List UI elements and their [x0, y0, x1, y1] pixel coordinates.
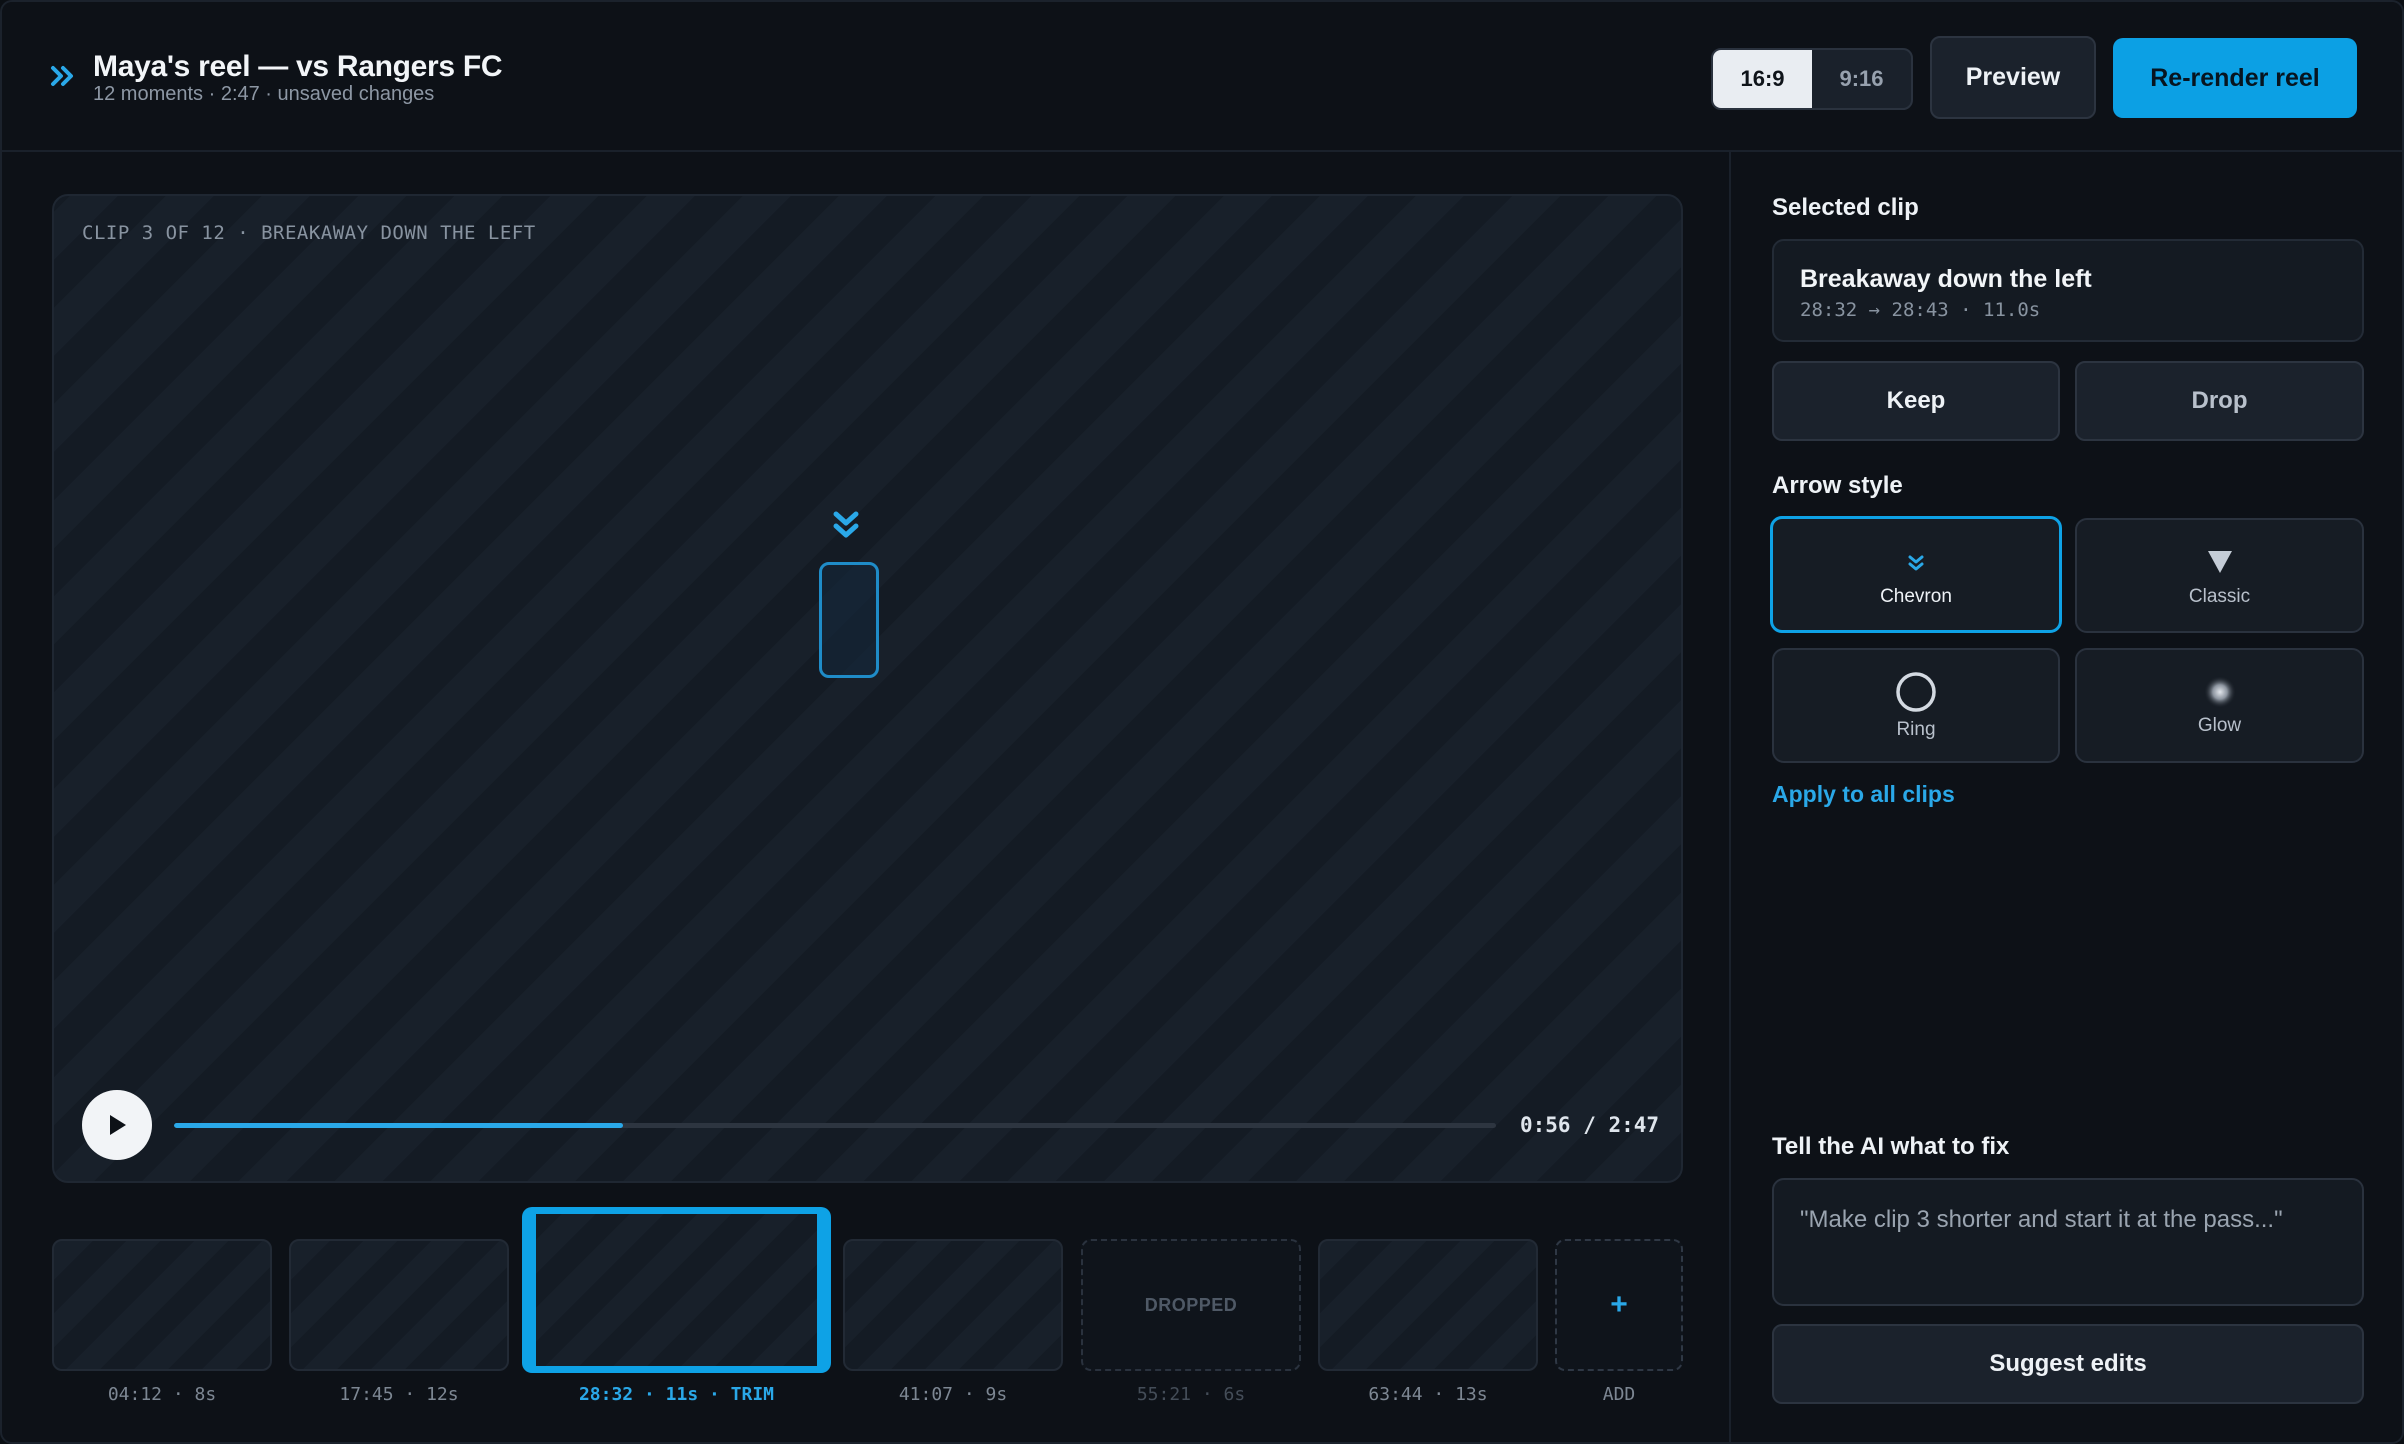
time-readout: 0:56 / 2:47: [1520, 1113, 1660, 1137]
chevron-down-icon: [1908, 555, 1924, 571]
clip-label: 41:07 · 9s: [898, 1384, 1008, 1405]
app-window: Maya's reel — vs Rangers FC 12 moments ·…: [0, 0, 2404, 1444]
arrow-style-label: Glow: [2197, 715, 2242, 736]
clip-label: 04:12 · 8s: [107, 1384, 217, 1405]
clip-label: 55:21 · 6s: [1136, 1384, 1246, 1405]
arrow-style-label: Classic: [2188, 586, 2251, 607]
add-clip-button[interactable]: + ADD: [1555, 1207, 1683, 1417]
header-bar: Maya's reel — vs Rangers FC 12 moments ·…: [2, 2, 2402, 152]
arrow-style-ring[interactable]: Ring: [1772, 648, 2060, 763]
clip-thumbnail-dropped[interactable]: DROPPED 55:21 · 6s: [1081, 1207, 1301, 1417]
re-render-button[interactable]: Re-render reel: [2113, 38, 2357, 118]
clip-label: 17:45 · 12s: [339, 1384, 459, 1405]
ratio-16-9-button[interactable]: 16:9: [1713, 50, 1812, 108]
thumbnail-image: [1318, 1239, 1538, 1371]
thumbnail-image: [289, 1239, 509, 1371]
ring-icon: [1896, 672, 1936, 712]
thumbnail-trim-frame[interactable]: [522, 1207, 831, 1373]
arrow-style-classic[interactable]: Classic: [2075, 518, 2364, 633]
clip-label: 28:32 · 11s · TRIM: [578, 1384, 775, 1405]
drop-button[interactable]: Drop: [2075, 361, 2364, 441]
play-icon: [110, 1115, 126, 1135]
chevron-down-icon: [833, 511, 859, 538]
suggest-edits-button[interactable]: Suggest edits: [1772, 1324, 2364, 1404]
page-title: Maya's reel — vs Rangers FC: [93, 50, 503, 83]
triangle-down-icon: [2207, 551, 2232, 573]
ai-instruction-input[interactable]: [1772, 1178, 2364, 1306]
double-chevron-right-icon: [51, 66, 73, 86]
clip-thumbnail-selected[interactable]: 28:32 · 11s · TRIM: [522, 1207, 831, 1417]
playback-progress: [174, 1123, 624, 1128]
arrow-style-heading: Arrow style: [1772, 472, 1903, 499]
ratio-9-16-button[interactable]: 9:16: [1812, 50, 1911, 108]
add-clip-label: ADD: [1602, 1384, 1636, 1405]
clip-label: 63:44 · 13s: [1368, 1384, 1488, 1405]
clip-thumbnail[interactable]: 17:45 · 12s: [289, 1207, 509, 1417]
clip-thumbnail[interactable]: 04:12 · 8s: [52, 1207, 272, 1417]
clip-thumbnail[interactable]: 63:44 · 13s: [1318, 1207, 1538, 1417]
reel-summary: 12 moments · 2:47 · unsaved changes: [93, 83, 435, 105]
preview-button[interactable]: Preview: [1930, 36, 2096, 119]
arrow-style-label: Chevron: [1880, 586, 1952, 607]
selected-clip-heading: Selected clip: [1772, 194, 1919, 221]
clip-title: Breakaway down the left: [1800, 265, 2092, 293]
clip-filmstrip: 04:12 · 8s 17:45 · 12s 28:32 · 11s · TRI…: [52, 1207, 1683, 1417]
clip-thumbnail[interactable]: 41:07 · 9s: [843, 1207, 1063, 1417]
clip-time-range: 28:32 → 28:43 · 11.0s: [1800, 299, 2041, 321]
panel-divider: [1729, 152, 1731, 1442]
glow-icon: [2203, 676, 2236, 708]
clip-caption: CLIP 3 OF 12 · BREAKAWAY DOWN THE LEFT: [82, 222, 536, 244]
dropped-badge: DROPPED: [1081, 1239, 1301, 1371]
selected-clip-card: Breakaway down the left 28:32 → 28:43 · …: [1772, 239, 2364, 342]
player-highlight-marker[interactable]: [819, 562, 879, 678]
thumbnail-image: [843, 1239, 1063, 1371]
apply-to-all-link[interactable]: Apply to all clips: [1772, 781, 1955, 808]
playback-scrubber[interactable]: [174, 1123, 1496, 1128]
aspect-ratio-toggle: 16:9 9:16: [1711, 48, 1913, 110]
ai-fix-heading: Tell the AI what to fix: [1772, 1133, 2010, 1160]
arrow-style-chevron[interactable]: Chevron: [1770, 516, 2062, 633]
keep-button[interactable]: Keep: [1772, 361, 2060, 441]
play-button[interactable]: [82, 1090, 152, 1160]
arrow-style-label: Ring: [1896, 719, 1936, 740]
arrow-style-glow[interactable]: Glow: [2075, 648, 2364, 763]
thumbnail-image: [52, 1239, 272, 1371]
video-player[interactable]: CLIP 3 OF 12 · BREAKAWAY DOWN THE LEFT 0…: [52, 194, 1683, 1183]
plus-icon: +: [1555, 1239, 1683, 1371]
